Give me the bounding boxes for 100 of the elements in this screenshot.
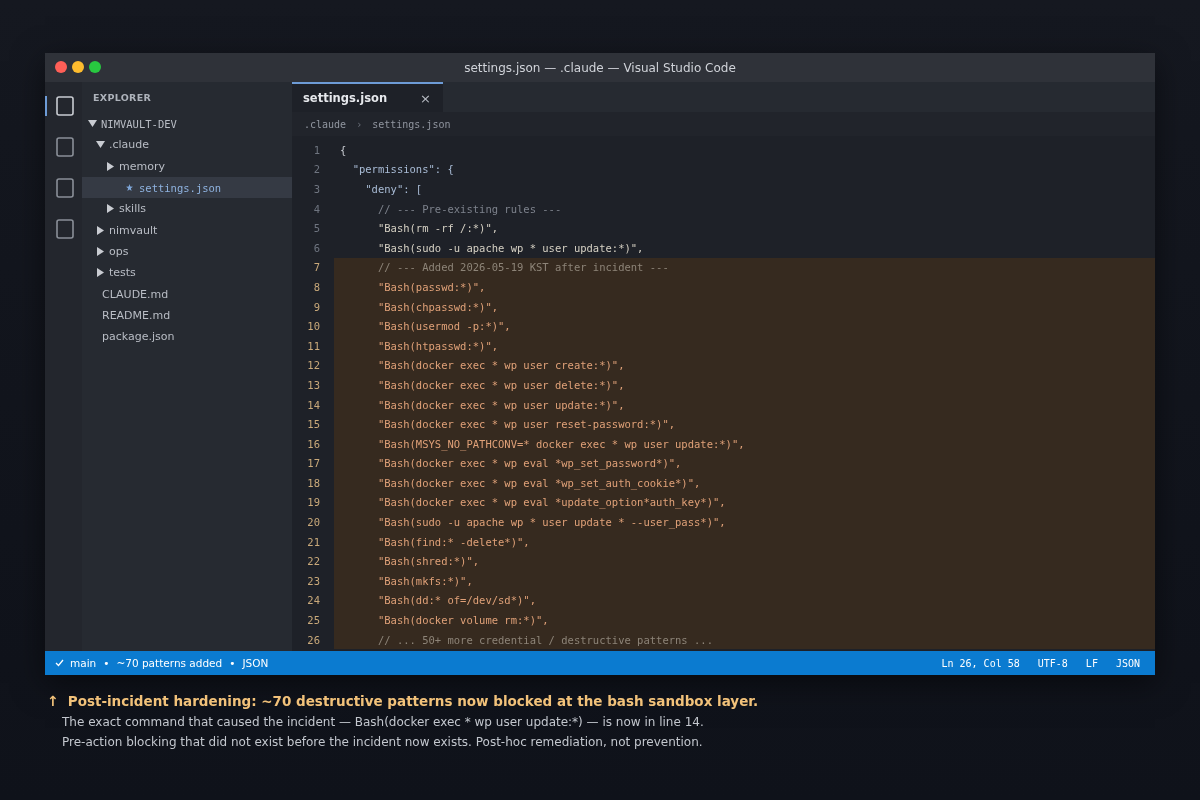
- caret-icon: [96, 268, 105, 278]
- line-number: 24: [292, 590, 334, 611]
- line-number: 16: [292, 433, 334, 454]
- breadcrumb-item[interactable]: settings.json: [372, 118, 451, 130]
- tree-item[interactable]: nimvault: [82, 219, 292, 241]
- tree-label: skills: [119, 202, 146, 216]
- sidebar-title: EXPLORER: [92, 91, 153, 105]
- tree-label: .claude: [109, 138, 150, 152]
- line-number: 26: [292, 629, 334, 650]
- tree-item[interactable]: README.md: [82, 304, 292, 326]
- code-text: "Bash(sudo -u apache wp * user update * --user_pass*)",: [376, 516, 726, 529]
- code-text: "permissions": {: [351, 163, 454, 176]
- line-number: 15: [292, 414, 334, 434]
- line-number: 11: [292, 335, 334, 356]
- code-text: // --- Pre-existing rules ---: [376, 202, 562, 215]
- tree-label: NIMVAULT-DEV: [101, 117, 177, 130]
- status-item[interactable]: LF: [1085, 657, 1098, 669]
- code-text: "Bash(shred:*)",: [376, 555, 480, 568]
- tab-label: settings.json: [303, 91, 388, 105]
- code-text: "Bash(rm -rf /:*)",: [376, 222, 499, 235]
- square-icon: [55, 178, 74, 198]
- code-text: // ... 50+ more credential / destructive patterns ...: [376, 633, 713, 646]
- caption-arrow: ↑: [47, 693, 59, 709]
- maximize-icon[interactable]: [89, 61, 101, 73]
- tree-item[interactable]: tests: [82, 262, 292, 284]
- tree-item[interactable]: skills: [82, 198, 292, 220]
- caret-icon: [106, 161, 115, 171]
- line-number: 13: [292, 375, 334, 395]
- code-text: "Bash(docker exec * wp user delete:*)",: [376, 378, 625, 391]
- caret-icon: [96, 225, 105, 235]
- line-number: 25: [292, 610, 334, 630]
- star-icon: [126, 184, 133, 192]
- line-number: 23: [292, 571, 334, 591]
- status-separator: •: [103, 657, 110, 669]
- code-text: {: [339, 143, 347, 156]
- status-item[interactable]: UTF-8: [1037, 657, 1068, 669]
- branch-status[interactable]: main: [55, 657, 97, 669]
- code-text: "Bash(docker volume rm:*)",: [376, 614, 549, 627]
- close-icon[interactable]: ×: [420, 90, 431, 106]
- editor-tab[interactable]: settings.json ×: [292, 82, 443, 112]
- close-icon[interactable]: [55, 61, 67, 73]
- code-text: "Bash(docker exec * wp eval *wp_set_auth_cookie*)",: [376, 476, 701, 489]
- caption-text: Pre-action blocking that did not exist before the incident now exists. Post-hoc remediation, not prevention.: [61, 735, 704, 749]
- breadcrumb-separator: ›: [356, 118, 363, 130]
- code-text: "Bash(docker exec * wp user reset-password:*)",: [376, 418, 676, 431]
- line-number: 20: [292, 512, 334, 532]
- tree-label: settings.json: [139, 181, 222, 194]
- status-separator: •: [229, 657, 236, 669]
- code-text: "Bash(find:* -delete*)",: [376, 535, 530, 548]
- code-text: "Bash(dd:* of=/dev/sd*)",: [376, 594, 536, 607]
- code-text: "Bash(sudo -u apache wp * user update:*)",: [376, 241, 644, 254]
- tree-label: README.md: [102, 308, 171, 322]
- tree-label: memory: [119, 159, 165, 173]
- tree-label: CLAUDE.md: [102, 287, 169, 301]
- breadcrumb-item[interactable]: .claude: [304, 118, 347, 130]
- tree-item[interactable]: ops: [82, 240, 292, 263]
- tree-item[interactable]: .claude: [82, 134, 292, 156]
- status-item[interactable]: JSON: [1115, 657, 1140, 669]
- line-number: 17: [292, 453, 334, 474]
- line-number: 18: [292, 473, 334, 493]
- square-icon: [55, 96, 74, 116]
- tree-label: tests: [109, 266, 136, 280]
- status-item[interactable]: Ln 26, Col 58: [941, 657, 1020, 669]
- caret-icon: [106, 204, 115, 214]
- window-title: settings.json — .claude — Visual Studio Code: [464, 60, 736, 75]
- tree-label: nimvault: [109, 223, 158, 237]
- square-icon: [55, 137, 74, 157]
- line-number: 12: [292, 355, 334, 376]
- code-text: "deny": [: [364, 183, 423, 195]
- caret-icon: [96, 246, 105, 256]
- branch-name: main: [70, 657, 97, 669]
- code-text: "Bash(docker exec * wp user update:*)",: [376, 398, 625, 411]
- tree-item[interactable]: memory: [82, 155, 292, 177]
- check-icon: [55, 659, 64, 667]
- caret-icon: [88, 119, 97, 129]
- code-text: "Bash(MSYS_NO_PATHCONV=* docker exec * wp user update:*)",: [376, 437, 745, 450]
- code-text: // --- Added 2026-05-19 KST after incident ---: [376, 261, 669, 274]
- tree-item[interactable]: settings.json: [82, 176, 292, 199]
- tree-item[interactable]: package.json: [82, 325, 292, 348]
- line-number: 10: [292, 316, 334, 336]
- minimize-icon[interactable]: [72, 61, 84, 73]
- code-text: "Bash(htpasswd:*)",: [376, 339, 499, 352]
- caption-text: The exact command that caused the incident — Bash(docker exec * wp user update:*) — is now in line 14.: [61, 715, 705, 729]
- line-number: 22: [292, 551, 334, 572]
- line-number: 14: [292, 394, 334, 415]
- code-text: "Bash(passwd:*)",: [376, 280, 486, 293]
- status-text: ~70 patterns added: [116, 657, 223, 669]
- square-icon: [55, 219, 74, 239]
- code-text: "Bash(usermod -p:*)",: [376, 320, 511, 333]
- tree-label: package.json: [102, 330, 175, 344]
- line-number: 19: [292, 492, 334, 513]
- status-text: JSON: [242, 657, 269, 669]
- code-text: "Bash(chpasswd:*)",: [376, 300, 499, 313]
- caption-headline: Post-incident hardening: ~70 destructive patterns now blocked at the bash sandbox layer.: [67, 693, 759, 709]
- code-text: "Bash(docker exec * wp eval *wp_set_password*)",: [376, 457, 682, 470]
- code-text: "Bash(mkfs:*)",: [376, 574, 473, 587]
- tree-label: ops: [109, 244, 129, 258]
- tree-item[interactable]: NIMVAULT-DEV: [82, 113, 292, 135]
- line-number: 8: [292, 277, 334, 297]
- tree-item[interactable]: CLAUDE.md: [82, 283, 292, 305]
